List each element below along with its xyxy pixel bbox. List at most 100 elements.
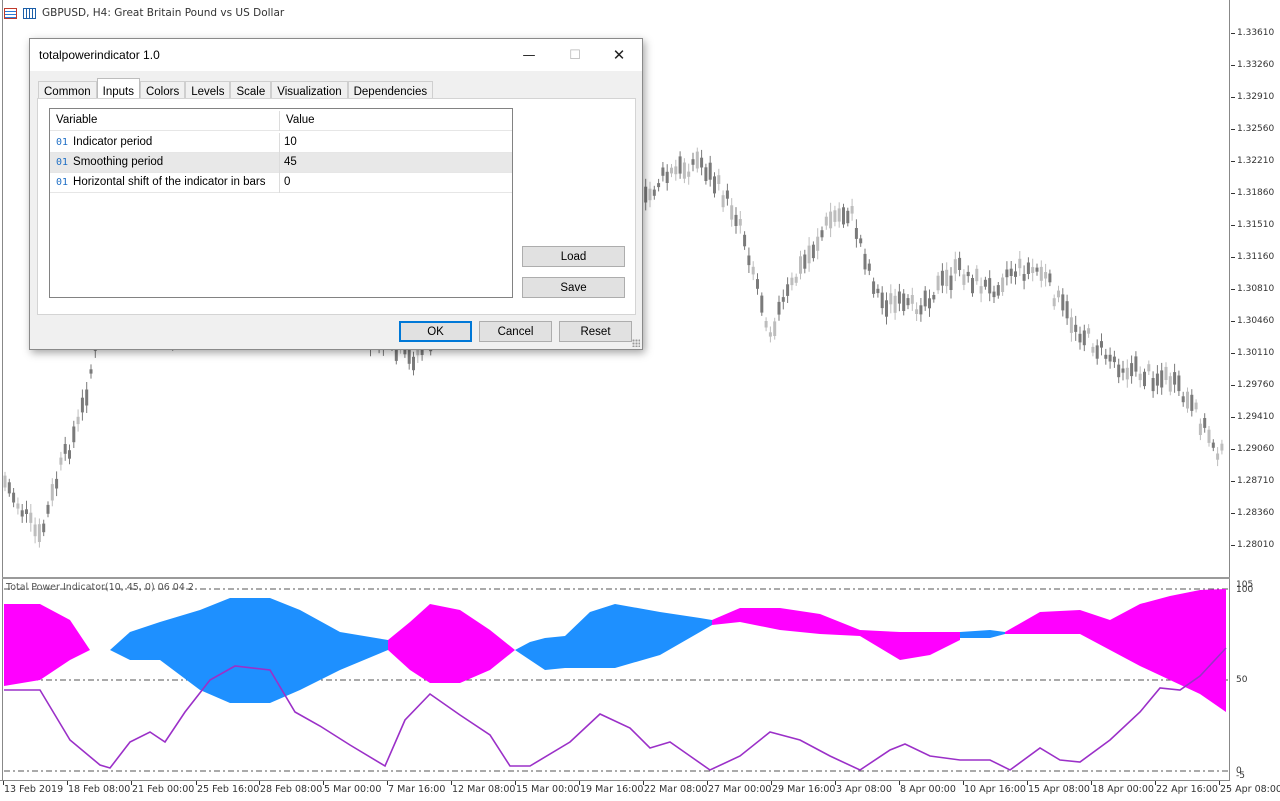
candle-body bbox=[1112, 356, 1116, 363]
candle-body bbox=[1125, 367, 1129, 380]
candle-body bbox=[988, 278, 992, 294]
candle-body bbox=[786, 284, 790, 296]
value-field[interactable]: 45 bbox=[284, 156, 297, 168]
chart-symbol-title: GBPUSD, H4: Great Britain Pound vs US Do… bbox=[42, 7, 285, 19]
candle-body bbox=[983, 279, 987, 287]
bears-histogram bbox=[960, 630, 1005, 638]
time-label: 3 Apr 08:00 bbox=[836, 784, 892, 795]
dialog-title-bar[interactable]: totalpowerindicator 1.0 — ☐ ✕ bbox=[30, 39, 642, 71]
candle-body bbox=[700, 157, 704, 168]
candle-body bbox=[1181, 396, 1185, 403]
candle-body bbox=[842, 207, 845, 225]
price-tick bbox=[1231, 353, 1235, 354]
minimize-button[interactable]: — bbox=[506, 39, 552, 71]
candle-body bbox=[1168, 376, 1172, 392]
candle-body bbox=[1091, 346, 1095, 353]
price-label: 1.28360 bbox=[1237, 508, 1275, 518]
candle-body bbox=[1207, 429, 1211, 443]
price-label: 1.29060 bbox=[1237, 444, 1275, 454]
candle-body bbox=[949, 275, 953, 290]
input-row-indicator-period[interactable]: 01 Indicator period 10 bbox=[50, 133, 512, 153]
candle-body bbox=[1065, 301, 1069, 319]
candle-body bbox=[928, 298, 931, 309]
price-tick bbox=[1231, 385, 1235, 386]
price-tick bbox=[1231, 289, 1235, 290]
input-row-horizontal-shift[interactable]: 01 Horizontal shift of the indicator in b… bbox=[50, 173, 512, 193]
bulls-histogram bbox=[712, 608, 960, 660]
indicator-axis-max: 100 bbox=[1236, 585, 1254, 595]
candle-body bbox=[1160, 370, 1164, 388]
candle-body bbox=[820, 230, 824, 238]
bears-histogram bbox=[110, 598, 388, 703]
time-label: 25 Apr 08:00 bbox=[1220, 784, 1280, 795]
candle-body bbox=[876, 288, 880, 294]
value-field[interactable]: 10 bbox=[284, 136, 297, 148]
candle-body bbox=[1104, 354, 1108, 359]
candle-body bbox=[657, 183, 661, 188]
price-label: 1.32210 bbox=[1237, 156, 1275, 166]
candle-body bbox=[678, 156, 682, 174]
price-label: 1.28710 bbox=[1237, 476, 1275, 486]
candle-body bbox=[46, 504, 50, 514]
candle-body bbox=[996, 285, 1000, 296]
price-axis[interactable]: 1.33610 1.33260 1.32910 1.32560 1.32210 1.318… bbox=[1231, 0, 1280, 578]
candle-body bbox=[68, 450, 71, 459]
candle-body bbox=[1190, 394, 1194, 411]
ok-button[interactable]: OK bbox=[399, 321, 472, 342]
price-label: 1.31160 bbox=[1237, 252, 1275, 262]
candle-body bbox=[781, 297, 785, 302]
resize-grip-icon[interactable] bbox=[632, 339, 640, 347]
indicator-pane-separator[interactable] bbox=[2, 577, 1230, 579]
variable-name: Smoothing period bbox=[73, 156, 164, 168]
time-label: 27 Mar 00:00 bbox=[708, 784, 772, 795]
indicator-properties-dialog: totalpowerindicator 1.0 — ☐ ✕ Common Inp… bbox=[29, 38, 643, 350]
variable-name: Indicator period bbox=[73, 136, 153, 148]
indicator-axis-bottom: -5 bbox=[1236, 771, 1245, 781]
candle-body bbox=[923, 290, 927, 307]
time-label: 28 Feb 08:00 bbox=[260, 784, 323, 795]
bulls-histogram bbox=[4, 604, 110, 686]
price-label: 1.30810 bbox=[1237, 284, 1275, 294]
column-separator[interactable] bbox=[279, 111, 280, 131]
tab-inputs[interactable]: Inputs bbox=[96, 78, 140, 100]
candle-body bbox=[910, 295, 914, 304]
save-button[interactable]: Save bbox=[522, 277, 625, 298]
candle-body bbox=[55, 478, 59, 489]
reset-button[interactable]: Reset bbox=[559, 321, 632, 342]
price-tick bbox=[1231, 545, 1235, 546]
bulls-histogram bbox=[1005, 589, 1226, 712]
candle-body bbox=[730, 205, 734, 220]
chart-properties-icon[interactable] bbox=[23, 7, 36, 19]
header-value[interactable]: Value bbox=[286, 114, 315, 126]
candle-body bbox=[837, 208, 841, 222]
candle-body bbox=[906, 298, 910, 306]
maximize-button[interactable]: ☐ bbox=[552, 39, 598, 71]
price-tick bbox=[1231, 417, 1235, 418]
candle-body bbox=[1220, 443, 1224, 451]
chart-menu-icon[interactable] bbox=[4, 7, 17, 19]
price-label: 1.32560 bbox=[1237, 124, 1275, 134]
candle-body bbox=[670, 167, 673, 174]
candle-body bbox=[1014, 271, 1017, 277]
time-axis[interactable]: 13 Feb 2019 18 Feb 08:00 21 Feb 00:00 25 Fe… bbox=[0, 780, 1280, 801]
value-field[interactable]: 0 bbox=[284, 176, 290, 188]
close-button[interactable]: ✕ bbox=[596, 39, 642, 71]
load-button[interactable]: Load bbox=[522, 246, 625, 267]
candle-body bbox=[743, 234, 747, 247]
candle-body bbox=[25, 509, 28, 514]
dialog-tabs: Common Inputs Colors Levels Scale Visual… bbox=[38, 78, 434, 100]
header-variable[interactable]: Variable bbox=[56, 114, 97, 126]
variable-name: Horizontal shift of the indicator in bar… bbox=[73, 176, 266, 188]
candle-body bbox=[708, 162, 712, 180]
candle-body bbox=[1039, 266, 1043, 281]
input-row-smoothing-period[interactable]: 01 Smoothing period 45 bbox=[50, 153, 512, 173]
candle-body bbox=[695, 151, 699, 169]
candle-body bbox=[1031, 267, 1035, 273]
candle-body bbox=[1147, 364, 1151, 372]
cancel-button[interactable]: Cancel bbox=[479, 321, 552, 342]
candle-body bbox=[872, 281, 876, 294]
candle-body bbox=[665, 171, 669, 183]
price-tick bbox=[1231, 33, 1235, 34]
candle-body bbox=[80, 397, 84, 413]
candle-body bbox=[953, 259, 957, 274]
